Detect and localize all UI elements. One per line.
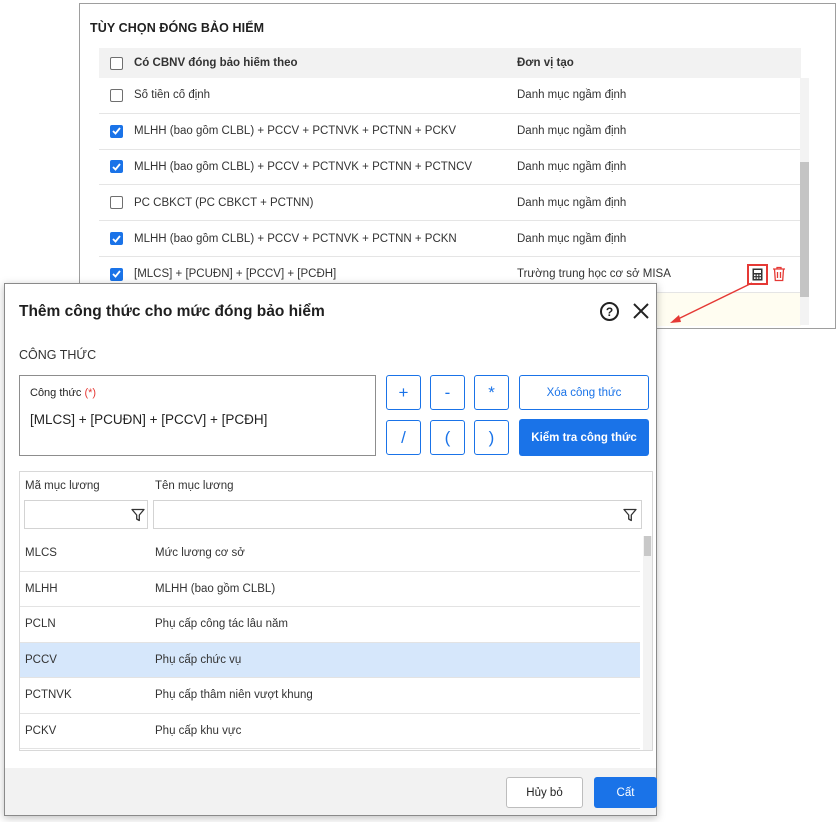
grid-cell-name: MLHH (bao gồm CLBL) bbox=[155, 582, 276, 595]
formula-input[interactable]: Công thức (*) [MLCS] + [PCUĐN] + [PCCV] … bbox=[19, 375, 376, 456]
operator-plus-button[interactable]: + bbox=[386, 375, 421, 410]
operator-open-paren-button[interactable]: ( bbox=[430, 420, 465, 455]
grid-row[interactable]: PCKV Phụ cấp khu vực bbox=[20, 714, 640, 749]
grid-cell-name: Phụ cấp thâm niên vượt khung bbox=[155, 689, 313, 702]
clear-formula-button[interactable]: Xóa công thức bbox=[519, 375, 649, 410]
grid-row[interactable]: MLHH MLHH (bao gồm CLBL) bbox=[20, 572, 640, 607]
formula-label: Công thức (*) bbox=[30, 387, 97, 399]
operator-minus-button[interactable]: - bbox=[430, 375, 465, 410]
grid-column-code: Mã mục lương bbox=[25, 479, 100, 492]
grid-row[interactable]: PCCV Phụ cấp chức vụ bbox=[20, 642, 640, 678]
panel-title: TÙY CHỌN ĐÓNG BẢO HIỂM bbox=[90, 21, 265, 35]
row-name: Số tiền cố định bbox=[134, 89, 211, 102]
row-name: PC CBKCT (PC CBKCT + PCTNN) bbox=[134, 196, 314, 209]
row-name: MLHH (bao gồm CLBL) + PCCV + PCTNVK + PC… bbox=[134, 232, 457, 245]
row-name: MLHH (bao gồm CLBL) + PCCV + PCTNVK + PC… bbox=[134, 125, 457, 138]
grid-column-name: Tên mục lương bbox=[155, 479, 234, 492]
table-row[interactable]: Số tiền cố định Danh mục ngầm định bbox=[99, 78, 801, 114]
panel-scrollbar-thumb[interactable] bbox=[800, 162, 809, 297]
grid-cell-code: PCLN bbox=[25, 618, 56, 631]
save-button[interactable]: Cất bbox=[594, 777, 657, 808]
grid-header: Mã mục lương Tên mục lương bbox=[20, 472, 652, 499]
grid-cell-code: PCCV bbox=[25, 653, 57, 666]
dialog-footer: Hủy bỏ Cất bbox=[5, 768, 657, 815]
select-all-checkbox-icon[interactable] bbox=[110, 56, 123, 70]
row-name: MLHH (bao gồm CLBL) + PCCV + PCTNVK + PC… bbox=[134, 160, 473, 173]
table-row[interactable]: PC CBKCT (PC CBKCT + PCTNN) Danh mục ngầm… bbox=[99, 185, 801, 222]
section-label-formula: CÔNG THỨC bbox=[19, 348, 97, 362]
checkbox-icon[interactable] bbox=[110, 196, 123, 210]
grid-row[interactable]: PCLN Phụ cấp công tác lâu năm bbox=[20, 607, 640, 643]
checkbox-icon[interactable] bbox=[110, 88, 123, 102]
grid-body: MLCS Mức lương cơ sở MLHH MLHH (bao gồm CLB… bbox=[20, 536, 640, 749]
checkbox-icon[interactable] bbox=[110, 267, 123, 281]
row-unit: Danh mục ngầm định bbox=[517, 160, 627, 173]
grid-row[interactable]: PCTNVK Phụ cấp thâm niên vượt khung bbox=[20, 678, 640, 714]
dialog-title: Thêm công thức cho mức đóng bảo hiểm bbox=[19, 303, 325, 320]
check-formula-button[interactable]: Kiểm tra công thức bbox=[519, 419, 649, 456]
trash-icon[interactable] bbox=[772, 266, 786, 282]
calculator-icon[interactable] bbox=[747, 263, 768, 285]
add-formula-dialog: Thêm công thức cho mức đóng bảo hiểm ? C… bbox=[4, 283, 657, 816]
row-unit: Danh mục ngầm định bbox=[517, 232, 627, 245]
grid-cell-code: PCKV bbox=[25, 724, 57, 737]
table-row[interactable]: MLHH (bao gồm CLBL) + PCCV + PCTNVK + PC… bbox=[99, 221, 801, 257]
checkbox-icon[interactable] bbox=[110, 124, 123, 138]
code-filter-input[interactable] bbox=[24, 500, 148, 529]
row-actions bbox=[747, 263, 786, 285]
grid-cell-name: Phụ cấp chức vụ bbox=[155, 653, 242, 666]
grid-cell-code: MLHH bbox=[25, 582, 58, 595]
row-unit: Danh mục ngầm định bbox=[517, 196, 627, 209]
grid-cell-name: Phụ cấp khu vực bbox=[155, 724, 242, 737]
checkbox-icon[interactable] bbox=[110, 160, 123, 174]
insurance-options-panel: TÙY CHỌN ĐÓNG BẢO HIỂM Có CBNV đóng bảo … bbox=[79, 3, 836, 329]
formula-value[interactable]: [MLCS] + [PCUĐN] + [PCCV] + [PCĐH] bbox=[30, 412, 267, 427]
row-unit: Danh mục ngầm định bbox=[517, 89, 627, 102]
help-icon[interactable]: ? bbox=[600, 302, 619, 321]
grid-cell-code: MLCS bbox=[25, 547, 57, 560]
grid-row[interactable]: MLCS Mức lương cơ sở bbox=[20, 536, 640, 572]
cancel-button[interactable]: Hủy bỏ bbox=[506, 777, 583, 808]
grid-cell-name: Phụ cấp công tác lâu năm bbox=[155, 618, 288, 631]
checkbox-icon[interactable] bbox=[110, 232, 123, 246]
row-unit: Trường trung học cơ sở MISA bbox=[517, 268, 671, 281]
grid-scrollbar-thumb[interactable] bbox=[644, 536, 651, 556]
table-header: Có CBNV đóng bảo hiểm theo Đơn vị tạo bbox=[99, 48, 801, 78]
column-header-name: Có CBNV đóng bảo hiểm theo bbox=[134, 57, 298, 69]
row-unit: Danh mục ngầm định bbox=[517, 125, 627, 138]
grid-cell-code: PCTNVK bbox=[25, 689, 72, 702]
grid-cell-name: Mức lương cơ sở bbox=[155, 547, 245, 560]
column-header-unit: Đơn vị tạo bbox=[517, 57, 574, 69]
operator-divide-button[interactable]: / bbox=[386, 420, 421, 455]
name-filter-input[interactable] bbox=[153, 500, 642, 529]
table-row[interactable]: MLHH (bao gồm CLBL) + PCCV + PCTNVK + PC… bbox=[99, 150, 801, 186]
grid-scrollbar[interactable] bbox=[643, 536, 652, 750]
row-name: [MLCS] + [PCUĐN] + [PCCV] + [PCĐH] bbox=[134, 268, 337, 281]
operator-multiply-button[interactable]: * bbox=[474, 375, 509, 410]
filter-icon[interactable] bbox=[623, 508, 637, 522]
panel-scrollbar[interactable] bbox=[800, 78, 809, 325]
close-icon[interactable] bbox=[631, 301, 651, 321]
grid-filter-row bbox=[20, 499, 652, 531]
operator-close-paren-button[interactable]: ) bbox=[474, 420, 509, 455]
filter-icon[interactable] bbox=[131, 508, 145, 522]
required-mark: (*) bbox=[84, 387, 97, 399]
table-row[interactable]: MLHH (bao gồm CLBL) + PCCV + PCTNVK + PC… bbox=[99, 114, 801, 150]
salary-items-grid: Mã mục lương Tên mục lương MLCS Mức lương… bbox=[19, 471, 653, 751]
